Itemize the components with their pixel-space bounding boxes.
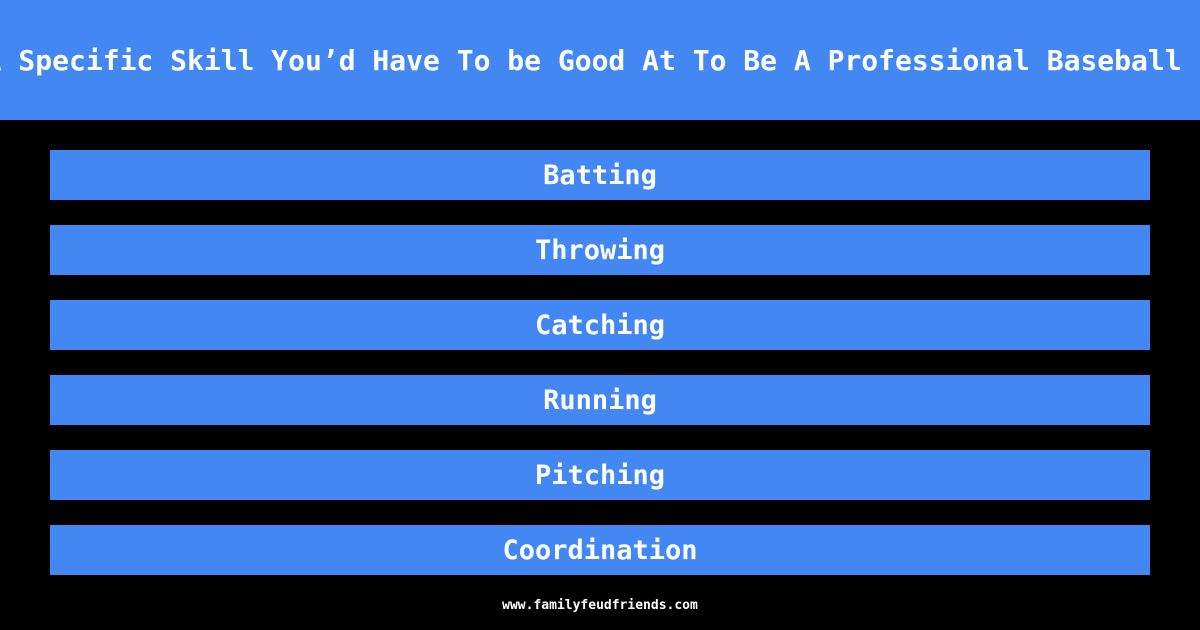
answer-bar: Throwing [50,225,1150,275]
answer-bar: Coordination [50,525,1150,575]
answer-label: Catching [534,309,666,341]
site-url: www.familyfeudfriends.com [502,598,698,613]
question-header: Name A Specific Skill You’d Have To be G… [0,0,1200,120]
question-title: Name A Specific Skill You’d Have To be G… [0,43,1200,77]
answer-list: Batting Throwing Catching Running Pitchi… [50,150,1150,600]
answer-bar: Running [50,375,1150,425]
answer-label: Coordination [502,534,698,566]
answer-bar: Pitching [50,450,1150,500]
answer-label: Running [543,384,657,416]
answer-bar: Catching [50,300,1150,350]
answer-label: Pitching [534,459,666,491]
answer-bar: Batting [50,150,1150,200]
answer-label: Batting [543,159,657,191]
answer-label: Throwing [534,234,666,266]
